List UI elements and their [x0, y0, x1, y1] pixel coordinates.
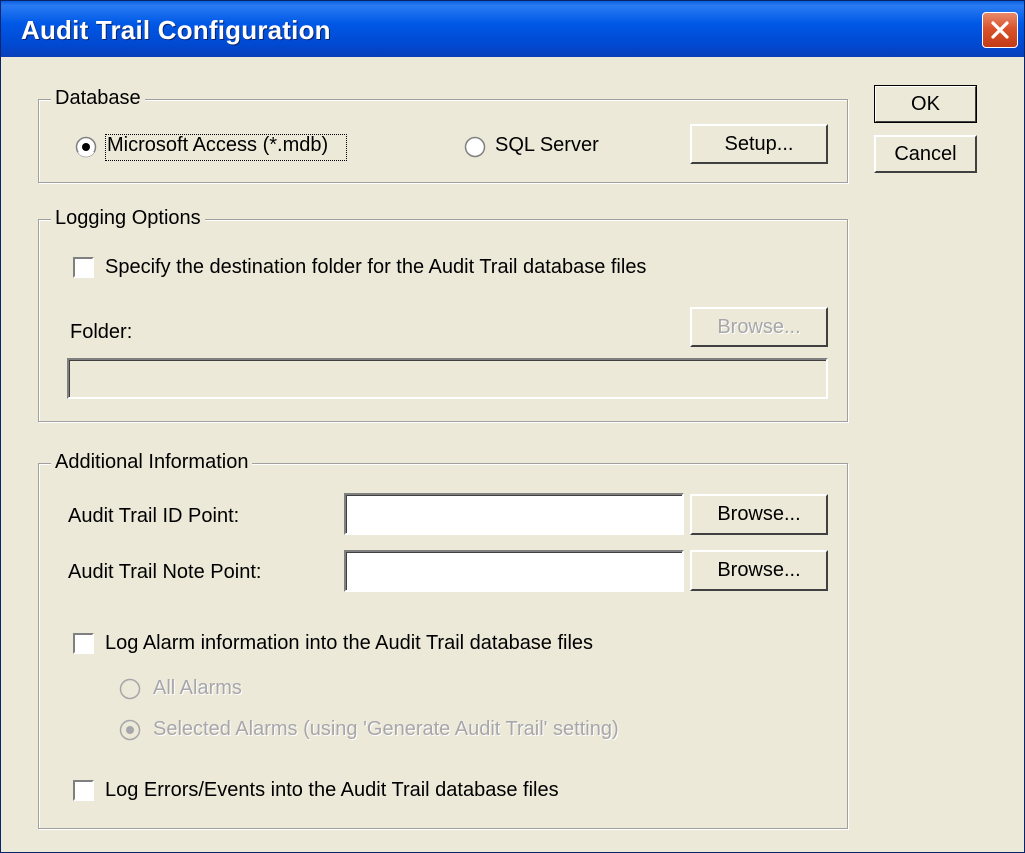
- note-point-label: Audit Trail Note Point:: [68, 561, 262, 583]
- radio-all-alarms[interactable]: [119, 678, 141, 700]
- log-errors-checkbox[interactable]: [73, 780, 94, 801]
- radio-access[interactable]: [75, 136, 97, 158]
- folder-input[interactable]: [67, 358, 828, 399]
- close-button[interactable]: [982, 12, 1018, 48]
- radio-selected-alarms[interactable]: [119, 719, 141, 741]
- id-point-browse-button[interactable]: Browse...: [690, 494, 828, 535]
- setup-button[interactable]: Setup...: [690, 124, 828, 164]
- id-point-label: Audit Trail ID Point:: [68, 505, 240, 527]
- specify-folder-checkbox[interactable]: [73, 257, 94, 278]
- log-alarm-checkbox[interactable]: [73, 633, 94, 654]
- log-alarm-label[interactable]: Log Alarm information into the Audit Tra…: [105, 632, 593, 655]
- database-legend: Database: [51, 87, 145, 110]
- folder-label: Folder:: [70, 321, 133, 343]
- dialog-window: Audit Trail Configuration OK Cancel Data…: [0, 0, 1025, 853]
- ok-button[interactable]: OK: [874, 85, 977, 123]
- close-icon: [991, 21, 1009, 39]
- radio-selected-alarms-label[interactable]: Selected Alarms (using 'Generate Audit T…: [153, 718, 619, 741]
- note-point-input[interactable]: [344, 550, 684, 592]
- radio-sql-server-label[interactable]: SQL Server: [495, 134, 599, 157]
- window-title: Audit Trail Configuration: [21, 15, 331, 45]
- additional-info-legend: Additional Information: [51, 451, 253, 474]
- cancel-button[interactable]: Cancel: [874, 135, 977, 173]
- radio-sql-server[interactable]: [464, 136, 486, 158]
- logging-options-legend: Logging Options: [51, 207, 205, 230]
- log-errors-label[interactable]: Log Errors/Events into the Audit Trail d…: [105, 779, 559, 802]
- folder-browse-button[interactable]: Browse...: [690, 307, 828, 347]
- title-bar[interactable]: Audit Trail Configuration: [1, 1, 1024, 57]
- focus-rectangle: [105, 134, 347, 161]
- radio-all-alarms-label[interactable]: All Alarms: [153, 677, 242, 700]
- note-point-browse-button[interactable]: Browse...: [690, 550, 828, 591]
- id-point-input[interactable]: [344, 493, 684, 535]
- specify-folder-label[interactable]: Specify the destination folder for the A…: [105, 256, 646, 279]
